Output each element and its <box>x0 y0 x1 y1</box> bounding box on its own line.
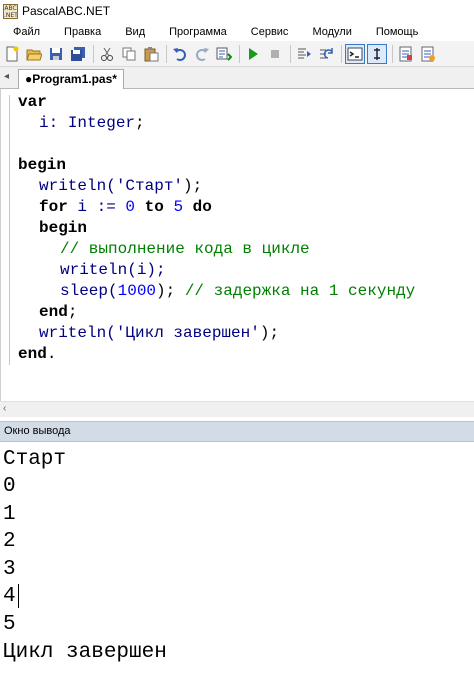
window-title: PascalABC.NET <box>22 4 111 18</box>
copy-icon[interactable] <box>119 44 139 64</box>
step-over-icon[interactable] <box>316 44 336 64</box>
output-panel-title: Окно вывода <box>0 421 474 442</box>
toolbar-separator <box>392 44 393 63</box>
menu-view[interactable]: Вид <box>113 26 157 38</box>
output-line: 5 <box>3 613 16 636</box>
stop-icon[interactable] <box>265 44 285 64</box>
text-cursor <box>18 584 19 608</box>
output-line: 3 <box>3 558 16 581</box>
code-line: i: Integer; <box>39 114 145 132</box>
code-line: begin <box>39 219 88 237</box>
code-line: begin <box>18 156 67 174</box>
code-line: writeln('Старт'); <box>39 177 203 195</box>
editor-horizontal-scrollbar[interactable]: ‹ <box>0 401 474 417</box>
toolbar-separator <box>341 44 342 63</box>
output-window-icon[interactable] <box>345 43 365 64</box>
toolbar-separator <box>239 44 240 63</box>
code-editor[interactable]: var i: Integer; begin writeln('Старт'); … <box>0 89 474 401</box>
undo-icon[interactable] <box>170 44 190 64</box>
menu-edit[interactable]: Правка <box>52 26 113 38</box>
menu-help[interactable]: Помощь <box>364 26 431 38</box>
scroll-left-icon[interactable]: ‹ <box>3 403 6 414</box>
code-line: var <box>18 93 47 111</box>
run-icon[interactable] <box>243 44 263 64</box>
code-line: writeln('Цикл завершен'); <box>39 324 280 342</box>
help-icon[interactable] <box>418 44 438 64</box>
output-line: 4 <box>3 585 16 608</box>
save-icon[interactable] <box>46 44 66 64</box>
paste-icon[interactable] <box>141 44 161 64</box>
tab-scroll-icon[interactable]: ◂ <box>4 71 9 82</box>
tab-program1[interactable]: ●Program1.pas* <box>18 69 124 89</box>
code-line: writeln(i); <box>60 261 166 279</box>
toolbar <box>0 41 474 67</box>
app-logo-icon: ABC .NET <box>3 3 18 19</box>
code-line: end. <box>18 345 57 363</box>
code-line: end; <box>39 303 78 321</box>
output-line: 1 <box>3 503 16 526</box>
output-window[interactable]: Старт 0 1 2 3 4 5 Цикл завершен <box>0 442 474 692</box>
menu-modules[interactable]: Модули <box>300 26 363 38</box>
format-code-icon[interactable] <box>214 44 234 64</box>
new-file-icon[interactable] <box>2 44 22 64</box>
cut-icon[interactable] <box>97 44 117 64</box>
code-line: // выполнение кода в цикле <box>60 240 310 258</box>
editor-tab-bar: ◂ ●Program1.pas* <box>0 67 474 89</box>
output-line: Цикл завершен <box>3 641 167 664</box>
toggle-panel-icon[interactable] <box>367 43 387 64</box>
code-line: for i := 0 to 5 do <box>39 198 212 216</box>
toolbar-separator <box>166 44 167 63</box>
toolbar-separator <box>290 44 291 63</box>
open-folder-icon[interactable] <box>24 44 44 64</box>
step-into-icon[interactable] <box>294 44 314 64</box>
menu-service[interactable]: Сервис <box>239 26 301 38</box>
output-line: 0 <box>3 475 16 498</box>
menu-file[interactable]: Файл <box>0 26 52 38</box>
compile-icon[interactable] <box>396 44 416 64</box>
fold-guide-line <box>9 95 10 365</box>
menu-bar: Файл Правка Вид Программа Сервис Модули … <box>0 22 474 41</box>
title-bar: ABC .NET PascalABC.NET <box>0 0 474 22</box>
code-line: sleep(1000); // задержка на 1 секунду <box>60 282 416 300</box>
redo-icon[interactable] <box>192 44 212 64</box>
toolbar-separator <box>93 44 94 63</box>
menu-program[interactable]: Программа <box>157 26 239 38</box>
output-line: Старт <box>3 448 67 471</box>
output-line: 2 <box>3 530 16 553</box>
save-all-icon[interactable] <box>68 44 88 64</box>
